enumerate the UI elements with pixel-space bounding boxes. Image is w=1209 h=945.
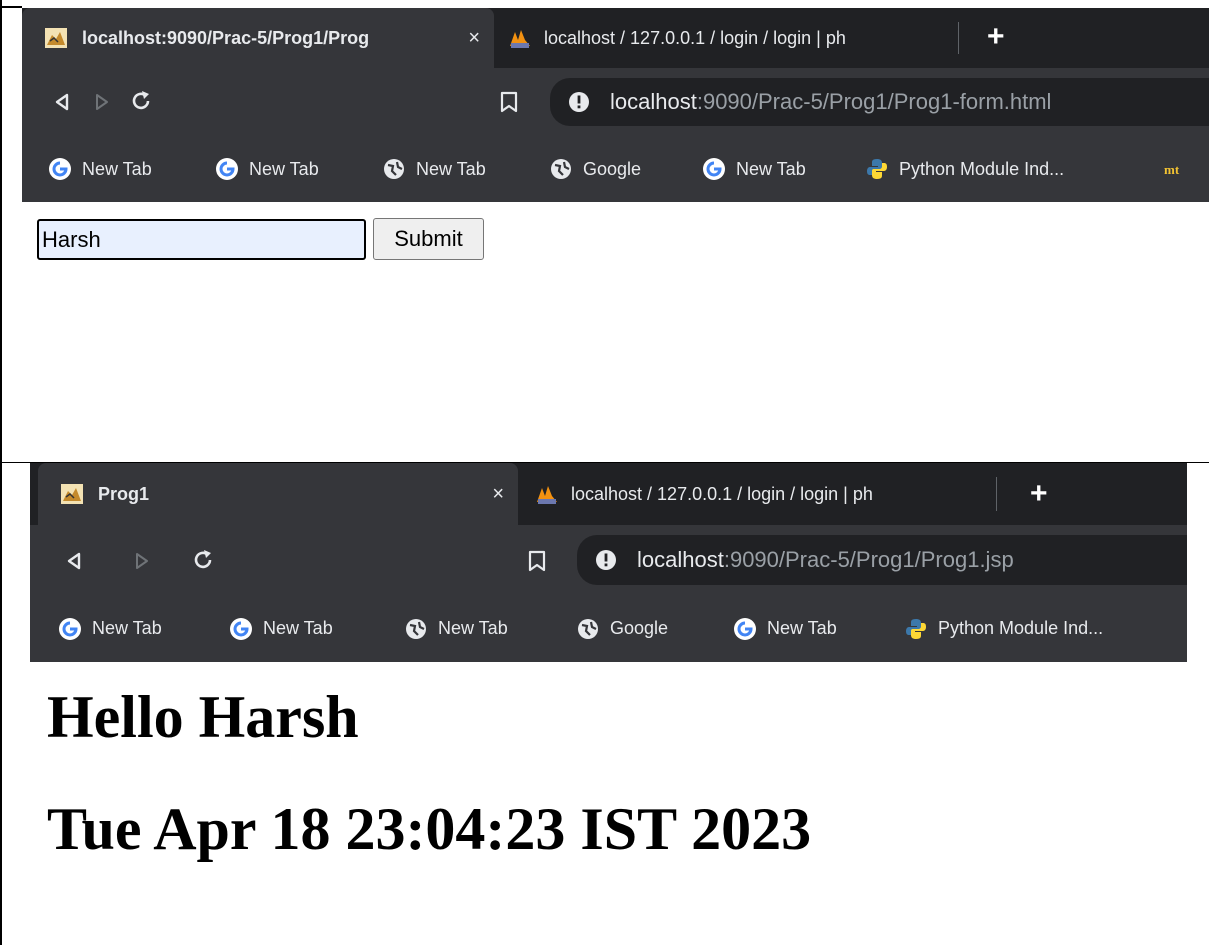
tab-form[interactable]: localhost:9090/Prac-5/Prog1/Prog × xyxy=(22,8,494,68)
site-info-icon xyxy=(596,550,616,570)
tab-phpmyadmin[interactable]: localhost / 127.0.0.1 / login / login | … xyxy=(535,463,990,525)
toolbar: localhost:9090/Prac-5/Prog1/Prog1-form.h… xyxy=(22,68,1209,136)
google-icon xyxy=(59,617,81,640)
bookmark-label: Python Module Ind... xyxy=(938,618,1104,638)
new-tab-button[interactable]: + xyxy=(987,22,1005,52)
bookmark-label: Google xyxy=(583,158,642,179)
url-host: localhost xyxy=(637,547,724,572)
bookmark-item[interactable]: New Tab xyxy=(229,595,333,662)
bookmark-label: New Tab xyxy=(249,158,319,179)
reload-button[interactable] xyxy=(128,88,154,114)
bookmark-item[interactable]: Google xyxy=(576,595,668,662)
bookmarks-bar: New Tab New Tab New Tab Google New Tab P… xyxy=(30,595,1187,662)
name-input[interactable] xyxy=(37,219,366,260)
bookmarks-bar: New Tab New Tab New Tab Google New Tab P… xyxy=(22,136,1209,202)
bookmark-item[interactable]: mt xyxy=(1162,136,1186,202)
tab-phpmyadmin[interactable]: localhost / 127.0.0.1 / login / login | … xyxy=(508,8,954,68)
new-tab-button[interactable]: + xyxy=(1030,479,1048,509)
bookmark-label: Google xyxy=(610,618,669,638)
bookmark-label: New Tab xyxy=(263,618,333,638)
back-button[interactable] xyxy=(62,549,86,573)
svg-text:mt: mt xyxy=(1164,162,1180,177)
tab-title: localhost:9090/Prac-5/Prog1/Prog xyxy=(82,27,370,48)
reload-icon xyxy=(132,91,150,110)
phpmyadmin-icon xyxy=(537,486,557,504)
browser-window-result: Prog1 × localhost / 127.0.0.1 / login / … xyxy=(30,463,1187,662)
google-icon xyxy=(49,158,71,180)
tab-title: localhost / 127.0.0.1 / login / login | … xyxy=(571,483,873,504)
doc-border-top xyxy=(0,6,22,8)
phpmyadmin-icon xyxy=(510,30,530,48)
bookmark-item[interactable]: New Tab xyxy=(404,595,508,662)
greeting-heading: Hello Harsh xyxy=(47,684,359,750)
google-icon xyxy=(216,158,238,180)
back-icon xyxy=(55,93,69,111)
site-info-icon xyxy=(569,92,589,112)
tab-prog1[interactable]: Prog1 × xyxy=(38,463,518,525)
bookmark-item[interactable]: New Tab xyxy=(733,595,837,662)
tab-strip: localhost:9090/Prac-5/Prog1/Prog × local… xyxy=(22,8,1209,68)
bookmark-icon xyxy=(500,91,518,113)
url-host: localhost xyxy=(610,89,697,114)
back-icon xyxy=(67,552,81,570)
mt-icon: mt xyxy=(1162,159,1186,179)
tomcat-icon xyxy=(61,484,83,504)
back-button[interactable] xyxy=(50,90,74,114)
bookmark-label: New Tab xyxy=(438,618,508,638)
bookmark-label: New Tab xyxy=(92,618,162,638)
google-icon xyxy=(703,158,725,180)
globe-icon xyxy=(384,159,404,179)
bookmark-item[interactable]: Google xyxy=(549,136,641,202)
address-bar[interactable]: localhost:9090/Prac-5/Prog1/Prog1-form.h… xyxy=(550,78,1209,126)
forward-button[interactable] xyxy=(130,549,154,573)
bookmark-item[interactable]: New Tab xyxy=(702,136,806,202)
bookmark-label: New Tab xyxy=(767,618,837,638)
bookmark-button[interactable] xyxy=(524,547,550,575)
forward-icon xyxy=(136,553,148,569)
globe-icon xyxy=(406,618,426,639)
python-icon xyxy=(906,618,926,639)
forward-button[interactable] xyxy=(90,90,114,114)
bookmark-item[interactable]: Python Module Ind... xyxy=(865,136,1064,202)
tab-title: Prog1 xyxy=(98,483,150,504)
doc-border-left xyxy=(0,0,2,945)
bookmark-item[interactable]: New Tab xyxy=(48,136,152,202)
google-icon xyxy=(734,617,756,640)
timestamp-heading: Tue Apr 18 23:04:23 IST 2023 xyxy=(47,796,812,862)
bookmark-icon xyxy=(528,550,546,572)
bookmark-item[interactable]: New Tab xyxy=(382,136,486,202)
bookmark-label: New Tab xyxy=(416,158,486,179)
reload-button[interactable] xyxy=(190,547,216,573)
tab-separator xyxy=(958,22,959,54)
google-icon xyxy=(230,617,252,640)
bookmark-item[interactable]: New Tab xyxy=(215,136,319,202)
address-bar[interactable]: localhost:9090/Prac-5/Prog1/Prog1.jsp xyxy=(577,535,1187,585)
tab-strip: Prog1 × localhost / 127.0.0.1 / login / … xyxy=(30,463,1187,525)
python-icon xyxy=(867,159,887,179)
forward-icon xyxy=(96,94,108,110)
url-path: :9090/Prac-5/Prog1/Prog1-form.html xyxy=(696,89,1052,114)
browser-window-form: localhost:9090/Prac-5/Prog1/Prog × local… xyxy=(22,8,1209,202)
bookmark-item[interactable]: New Tab xyxy=(58,595,162,662)
bookmark-label: New Tab xyxy=(736,158,806,179)
bookmark-button[interactable] xyxy=(496,88,522,116)
tab-separator xyxy=(996,477,997,511)
submit-button[interactable]: Submit xyxy=(373,218,484,260)
close-tab-icon[interactable]: × xyxy=(492,483,504,506)
tab-title: localhost / 127.0.0.1 / login / login | … xyxy=(544,27,846,48)
globe-icon xyxy=(578,618,598,639)
globe-icon xyxy=(551,159,571,179)
toolbar: localhost:9090/Prac-5/Prog1/Prog1.jsp xyxy=(30,525,1187,595)
bookmark-item[interactable]: Python Module Ind... xyxy=(904,595,1103,662)
bookmark-label: Python Module Ind... xyxy=(899,158,1065,179)
bookmark-label: New Tab xyxy=(82,158,152,179)
reload-icon xyxy=(194,550,212,569)
url-path: :9090/Prac-5/Prog1/Prog1.jsp xyxy=(723,547,1014,572)
tomcat-icon xyxy=(45,28,67,48)
close-tab-icon[interactable]: × xyxy=(468,27,480,50)
